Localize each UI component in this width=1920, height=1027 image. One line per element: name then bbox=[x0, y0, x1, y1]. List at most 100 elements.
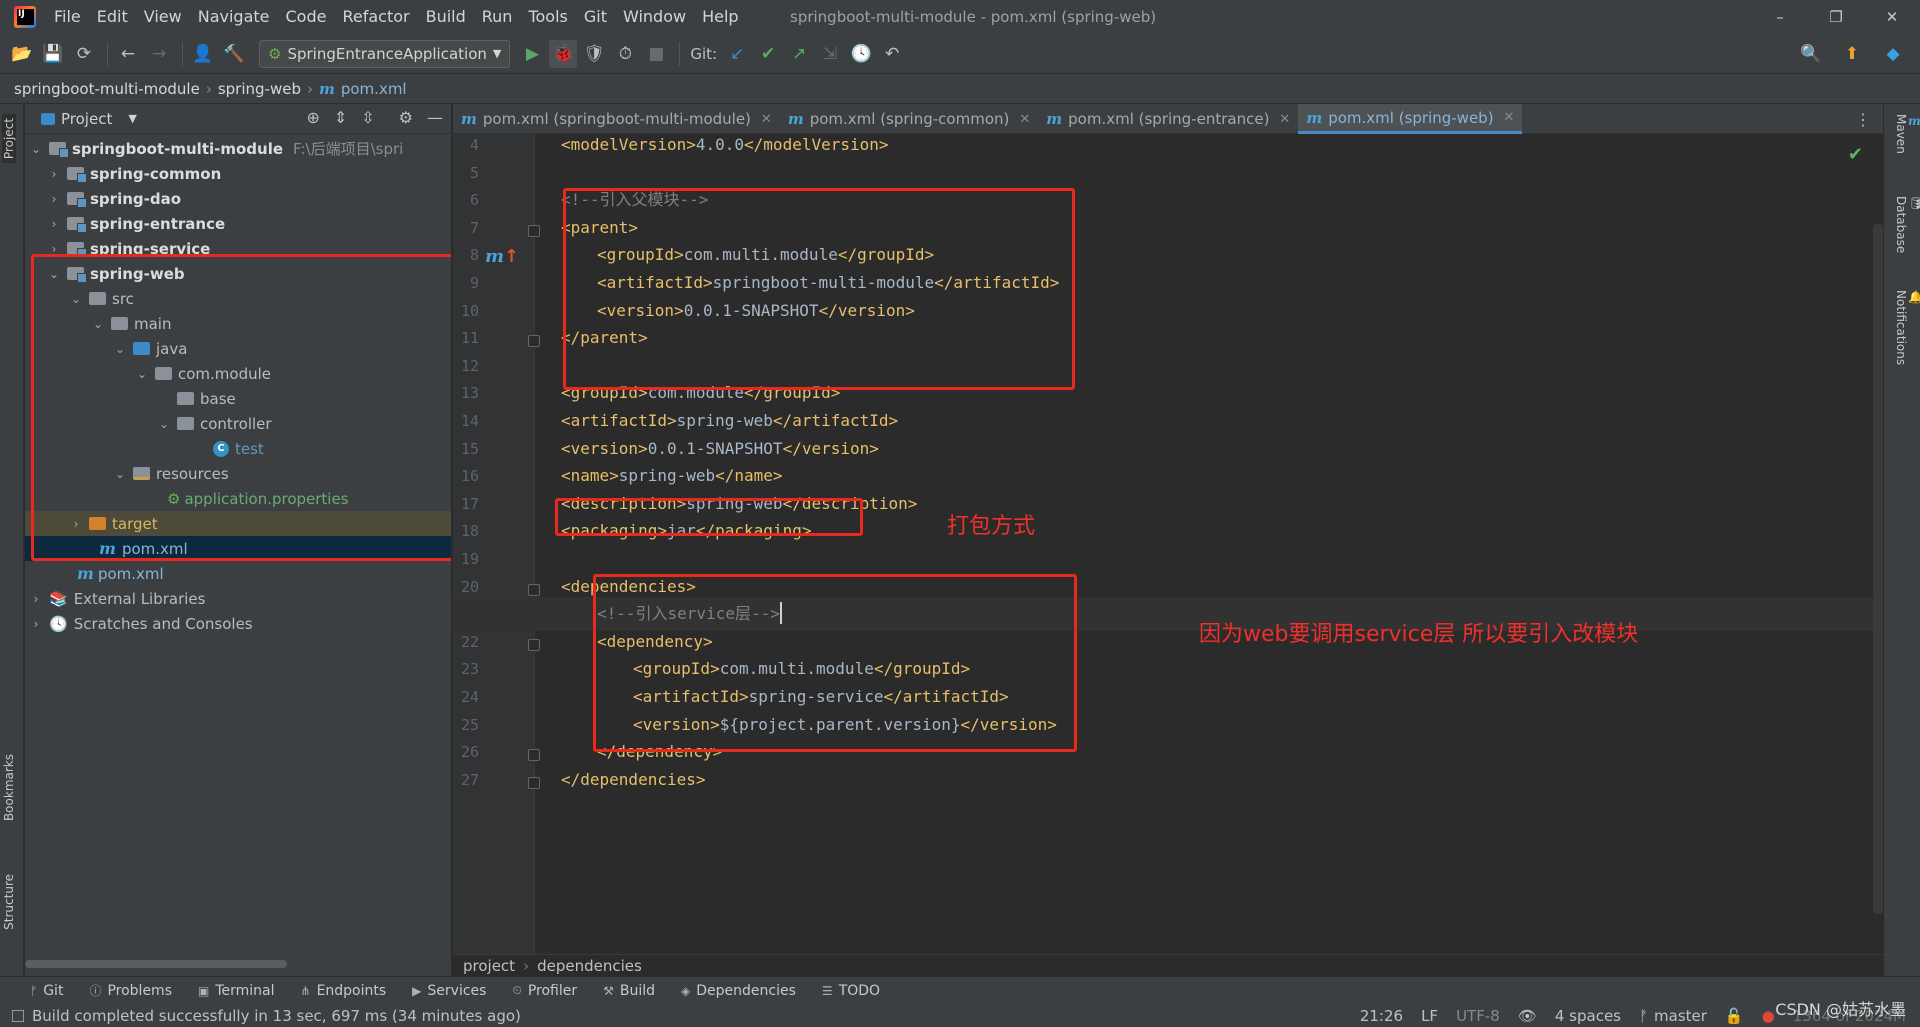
open-folder-icon[interactable]: 📂 bbox=[8, 40, 36, 68]
git-update-icon[interactable]: ↙ bbox=[723, 40, 751, 68]
file-encoding[interactable]: UTF-8 bbox=[1456, 1007, 1500, 1025]
tab-entrance-pom[interactable]: m pom.xml (spring-entrance) ✕ bbox=[1038, 104, 1298, 134]
jetbrains-toolbox-icon[interactable]: ◆ bbox=[1879, 40, 1907, 68]
nav-crumb-file[interactable]: pom.xml bbox=[341, 80, 407, 98]
chevron-right-icon[interactable]: › bbox=[69, 517, 83, 531]
chevron-down-icon[interactable]: ⌄ bbox=[113, 342, 127, 356]
close-icon[interactable]: ✕ bbox=[1019, 112, 1030, 127]
tab-root-pom[interactable]: m pom.xml (springboot-multi-module) ✕ bbox=[453, 104, 780, 134]
tree-item-target[interactable]: › target bbox=[25, 511, 451, 536]
menu-view[interactable]: View bbox=[136, 0, 190, 34]
lock-icon[interactable]: 🔓 bbox=[1725, 1007, 1744, 1025]
structure-tool-tab[interactable]: Structure bbox=[2, 874, 16, 930]
chevron-down-icon[interactable]: ▼ bbox=[128, 112, 136, 125]
parent-gutter-icon[interactable]: m↑ bbox=[485, 246, 519, 267]
stop-icon[interactable]: ■ bbox=[642, 40, 670, 68]
menu-run[interactable]: Run bbox=[474, 0, 521, 34]
tree-item-application-properties[interactable]: ⚙ application.properties bbox=[25, 486, 451, 511]
profile-icon[interactable]: ⏱ bbox=[611, 40, 639, 68]
tree-item-test[interactable]: C test bbox=[25, 436, 451, 461]
chevron-down-icon[interactable]: ⌄ bbox=[29, 142, 43, 156]
tool-git[interactable]: ᚠ Git bbox=[30, 983, 63, 999]
locate-icon[interactable]: ⊕ bbox=[306, 108, 319, 127]
build-hammer-icon[interactable]: 🔨 bbox=[220, 40, 248, 68]
error-icon[interactable]: ● bbox=[1762, 1007, 1775, 1025]
caret-position[interactable]: 21:26 bbox=[1360, 1007, 1403, 1025]
expand-all-icon[interactable]: ⇕ bbox=[334, 108, 347, 127]
menu-edit[interactable]: Edit bbox=[89, 0, 136, 34]
forward-arrow-icon[interactable]: → bbox=[145, 40, 173, 68]
tab-common-pom[interactable]: m pom.xml (spring-common) ✕ bbox=[780, 104, 1038, 134]
chevron-down-icon[interactable]: ⌄ bbox=[135, 367, 149, 381]
vertical-scrollbar[interactable] bbox=[1873, 224, 1883, 914]
tree-item-spring-entrance[interactable]: › spring-entrance bbox=[25, 211, 451, 236]
coverage-icon[interactable]: 🛡 bbox=[580, 40, 608, 68]
chevron-down-icon[interactable]: ⌄ bbox=[91, 317, 105, 331]
tree-item-spring-dao[interactable]: › spring-dao bbox=[25, 186, 451, 211]
chevron-down-icon[interactable]: ⌄ bbox=[69, 292, 83, 306]
tree-item-web-pom[interactable]: m pom.xml bbox=[25, 536, 451, 561]
tool-problems[interactable]: ⓘ Problems bbox=[89, 982, 172, 999]
indent-setting[interactable]: 4 spaces bbox=[1555, 1007, 1621, 1025]
maven-tool-tab[interactable]: m Maven bbox=[1894, 114, 1920, 154]
collapse-all-icon[interactable]: ⇳ bbox=[361, 108, 374, 127]
intellij-logo-icon[interactable] bbox=[14, 6, 36, 28]
menu-help[interactable]: Help bbox=[694, 0, 746, 34]
tool-todo[interactable]: ☰ TODO bbox=[822, 983, 880, 999]
nav-crumb-module[interactable]: spring-web bbox=[218, 80, 301, 98]
close-icon[interactable]: ✕ bbox=[1504, 110, 1515, 125]
code-editor[interactable]: 4567891011121314151617181920212223242526… bbox=[453, 134, 1883, 954]
back-arrow-icon[interactable]: ← bbox=[114, 40, 142, 68]
tree-item-com-module[interactable]: ⌄ com.module bbox=[25, 361, 451, 386]
status-toggle-icon[interactable] bbox=[12, 1009, 24, 1022]
tab-web-pom[interactable]: m pom.xml (spring-web) ✕ bbox=[1298, 104, 1523, 134]
breadcrumb-project[interactable]: project bbox=[463, 957, 515, 975]
bookmarks-tool-tab[interactable]: Bookmarks bbox=[2, 754, 16, 821]
project-horizontal-scrollbar[interactable] bbox=[25, 960, 287, 968]
tree-item-main[interactable]: ⌄ main bbox=[25, 311, 451, 336]
close-window-button[interactable]: ✕ bbox=[1864, 0, 1920, 34]
tree-item-root-pom[interactable]: m pom.xml bbox=[25, 561, 451, 586]
menu-file[interactable]: File bbox=[46, 0, 89, 34]
menu-build[interactable]: Build bbox=[418, 0, 474, 34]
eye-icon[interactable]: 👁 bbox=[1518, 1007, 1537, 1025]
line-separator[interactable]: LF bbox=[1421, 1007, 1438, 1025]
code-line[interactable]: </dependencies> bbox=[453, 763, 1883, 797]
nav-crumb-project[interactable]: springboot-multi-module bbox=[14, 80, 200, 98]
git-cherry-pick-icon[interactable]: ⇲ bbox=[816, 40, 844, 68]
update-icon[interactable]: ⬆ bbox=[1838, 40, 1866, 68]
chevron-right-icon[interactable]: › bbox=[47, 217, 61, 231]
hide-icon[interactable]: — bbox=[427, 108, 443, 127]
tool-endpoints[interactable]: ⋔ Endpoints bbox=[301, 983, 387, 999]
rollback-icon[interactable]: ↶ bbox=[878, 40, 906, 68]
menu-tools[interactable]: Tools bbox=[520, 0, 575, 34]
user-icon[interactable]: 👤 bbox=[189, 40, 217, 68]
menu-git[interactable]: Git bbox=[576, 0, 615, 34]
tree-item-spring-common[interactable]: › spring-common bbox=[25, 161, 451, 186]
menu-code[interactable]: Code bbox=[278, 0, 335, 34]
tree-item-base[interactable]: base bbox=[25, 386, 451, 411]
gear-icon[interactable]: ⚙ bbox=[399, 108, 413, 127]
tool-terminal[interactable]: ▣ Terminal bbox=[198, 983, 275, 999]
chevron-down-icon[interactable]: ⌄ bbox=[113, 467, 127, 481]
more-tabs-icon[interactable]: ⋮ bbox=[1855, 110, 1871, 129]
maximize-button[interactable]: ❐ bbox=[1808, 0, 1864, 34]
run-configuration-select[interactable]: ⚙ SpringEntranceApplication ▼ bbox=[259, 39, 511, 68]
menu-refactor[interactable]: Refactor bbox=[334, 0, 417, 34]
chevron-right-icon[interactable]: › bbox=[47, 242, 61, 256]
close-icon[interactable]: ✕ bbox=[761, 112, 772, 127]
menu-navigate[interactable]: Navigate bbox=[190, 0, 278, 34]
tree-item-spring-service[interactable]: › spring-service bbox=[25, 236, 451, 261]
tool-services[interactable]: ▶ Services bbox=[412, 983, 486, 999]
chevron-down-icon[interactable]: ⌄ bbox=[157, 417, 171, 431]
tree-item-spring-web[interactable]: ⌄ spring-web bbox=[25, 261, 451, 286]
notifications-tool-tab[interactable]: 🔔 Notifications bbox=[1894, 290, 1920, 365]
tree-item-resources[interactable]: ⌄ resources bbox=[25, 461, 451, 486]
minimize-button[interactable]: – bbox=[1752, 0, 1808, 34]
chevron-right-icon[interactable]: › bbox=[47, 192, 61, 206]
tree-item-src[interactable]: ⌄ src bbox=[25, 286, 451, 311]
breadcrumb-dependencies[interactable]: dependencies bbox=[537, 957, 642, 975]
chevron-right-icon[interactable]: › bbox=[29, 617, 43, 631]
git-push-icon[interactable]: ↗ bbox=[785, 40, 813, 68]
project-tool-tab[interactable]: Project bbox=[2, 114, 16, 164]
